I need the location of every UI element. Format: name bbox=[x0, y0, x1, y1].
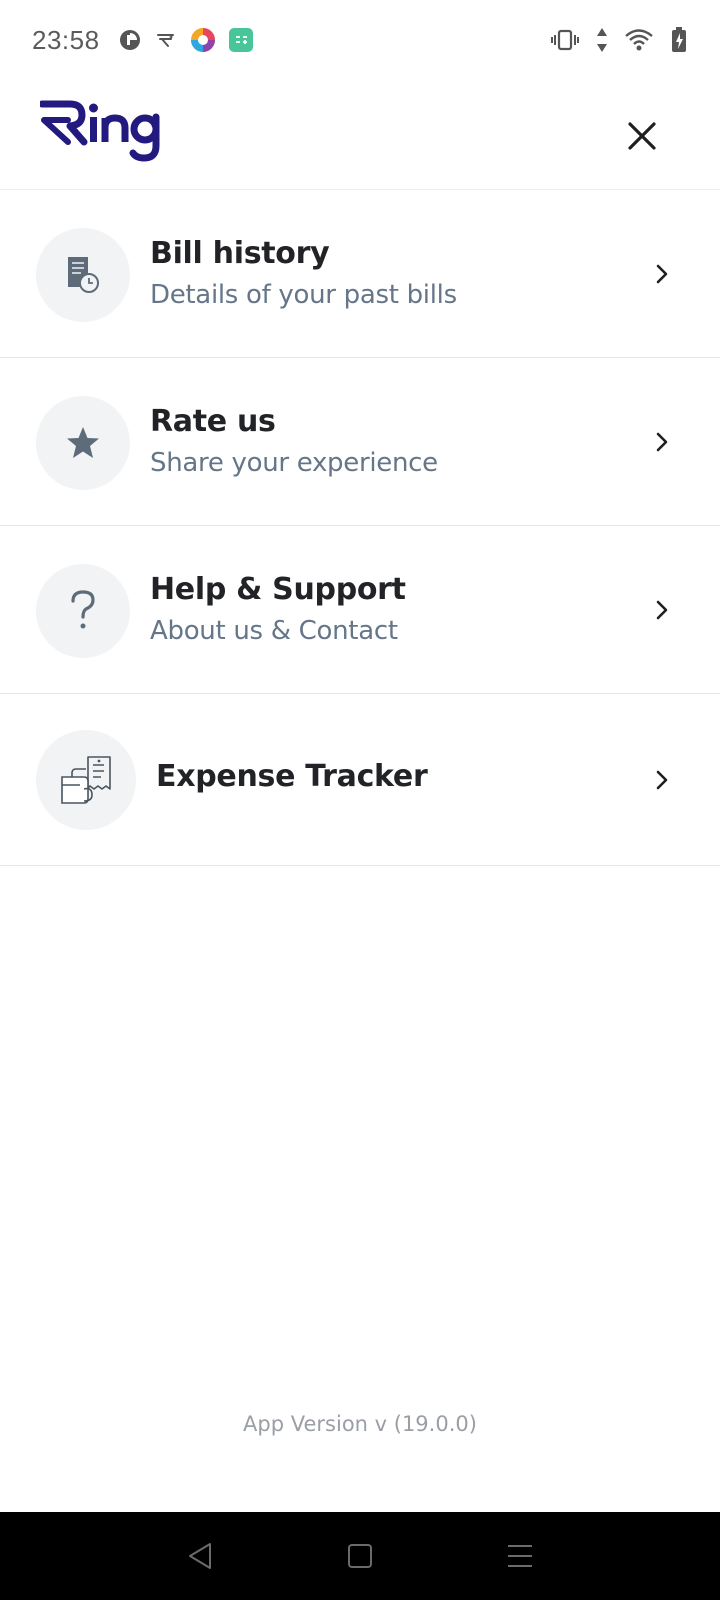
recents-button[interactable] bbox=[490, 1526, 550, 1586]
menu-item-subtitle: About us & Contact bbox=[150, 616, 398, 646]
back-button[interactable] bbox=[170, 1526, 230, 1586]
menu-item-subtitle: Share your experience bbox=[150, 448, 438, 478]
vibrate-icon bbox=[550, 28, 580, 52]
status-time: 23:58 bbox=[32, 24, 100, 55]
status-bar: 23:58 bbox=[0, 0, 720, 80]
menu-header bbox=[0, 80, 720, 190]
ring-rupee-icon bbox=[154, 28, 178, 52]
home-button[interactable] bbox=[330, 1526, 390, 1586]
close-icon bbox=[628, 122, 656, 150]
menu-item-title: Rate us bbox=[150, 404, 276, 439]
question-icon bbox=[36, 564, 130, 658]
bill-history-icon bbox=[36, 228, 130, 322]
menu-item-help-support[interactable]: Help & Support About us & Contact bbox=[0, 526, 720, 694]
menu-item-text: Expense Tracker bbox=[156, 757, 428, 797]
wifi-icon bbox=[624, 28, 654, 52]
star-icon bbox=[36, 396, 130, 490]
chevron-right-icon bbox=[644, 592, 680, 628]
app-version: App Version v (19.0.0) bbox=[243, 1412, 477, 1436]
menu-item-title: Expense Tracker bbox=[156, 759, 428, 794]
notification-icons bbox=[118, 27, 254, 53]
back-icon bbox=[189, 1543, 211, 1569]
menu-item-title: Help & Support bbox=[150, 572, 406, 607]
chevron-right-icon bbox=[644, 762, 680, 798]
menu-item-title: Bill history bbox=[150, 236, 330, 271]
menu-item-bill-history[interactable]: Bill history Details of your past bills bbox=[0, 190, 720, 358]
menu-item-text: Bill history Details of your past bills bbox=[150, 234, 457, 314]
calculator-app-icon bbox=[228, 27, 254, 53]
expense-tracker-icon bbox=[36, 730, 136, 830]
system-nav-bar bbox=[0, 1512, 720, 1600]
menu-item-subtitle: Details of your past bills bbox=[150, 280, 457, 310]
system-icons bbox=[550, 27, 688, 53]
home-icon bbox=[348, 1544, 372, 1568]
colorful-app-icon bbox=[190, 27, 216, 53]
close-button[interactable] bbox=[614, 108, 670, 164]
battery-charging-icon bbox=[670, 27, 688, 53]
side-menu-screen: 23:58 Bill history Details of your past … bbox=[0, 0, 720, 1600]
chevron-right-icon bbox=[644, 424, 680, 460]
data-arrows-icon bbox=[596, 27, 608, 53]
pie-chart-icon bbox=[118, 28, 142, 52]
menu-item-text: Help & Support About us & Contact bbox=[150, 570, 406, 650]
chevron-right-icon bbox=[644, 256, 680, 292]
menu-item-rate-us[interactable]: Rate us Share your experience bbox=[0, 358, 720, 526]
menu-list: Bill history Details of your past bills … bbox=[0, 190, 720, 866]
recents-icon bbox=[508, 1545, 532, 1567]
menu-item-text: Rate us Share your experience bbox=[150, 402, 438, 482]
ring-logo bbox=[38, 98, 170, 162]
menu-item-expense-tracker[interactable]: Expense Tracker bbox=[0, 694, 720, 866]
